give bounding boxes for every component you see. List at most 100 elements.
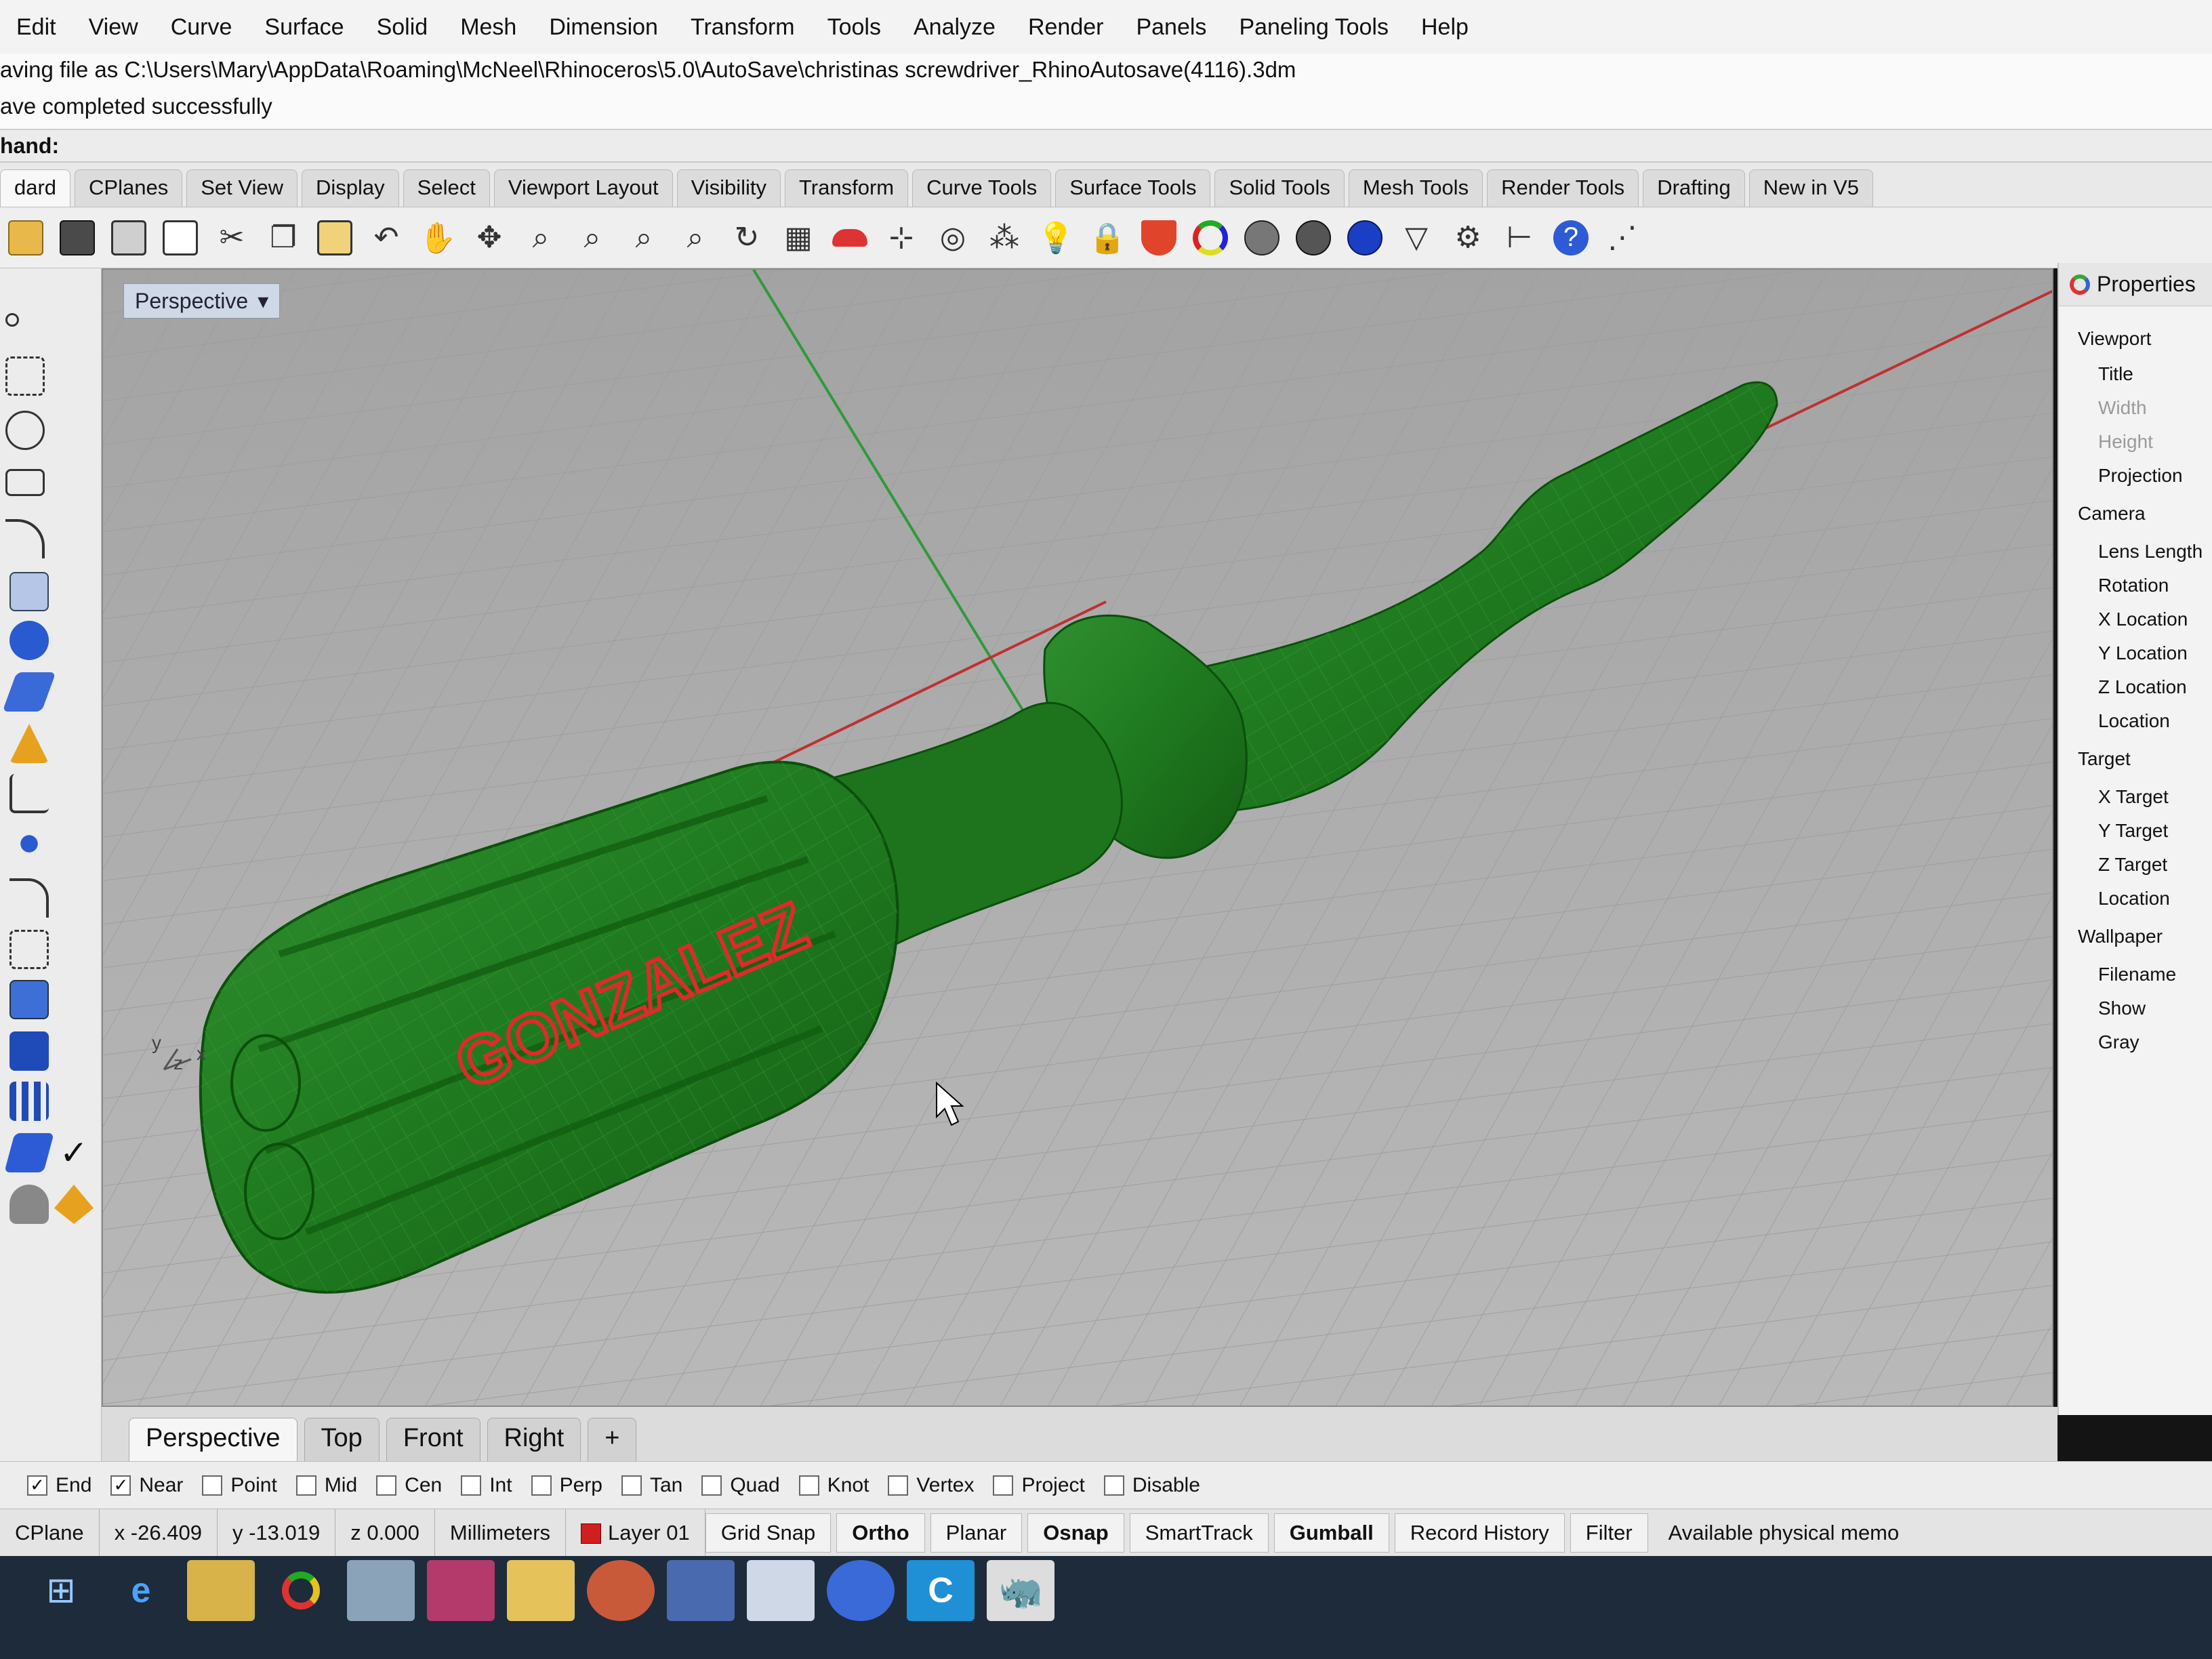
zoom-window-icon[interactable]: ⌕: [569, 215, 615, 261]
render-tool-icon[interactable]: [9, 1185, 49, 1224]
osnap-quad[interactable]: Quad: [701, 1474, 780, 1497]
osnap-near[interactable]: ✓ Near: [110, 1474, 183, 1497]
filter-button[interactable]: Filter: [1570, 1513, 1648, 1553]
open-folder-icon[interactable]: [3, 215, 49, 261]
checkbox-icon[interactable]: [1103, 1475, 1124, 1496]
checkbox-icon[interactable]: [295, 1475, 316, 1496]
dimension-icon[interactable]: ⊢: [1496, 215, 1542, 261]
checkbox-checked-icon[interactable]: ✓: [110, 1475, 131, 1496]
osnap-perp[interactable]: Perp: [531, 1474, 602, 1497]
checkbox-icon[interactable]: [621, 1475, 642, 1496]
menu-surface[interactable]: Surface: [248, 14, 360, 41]
osnap-tan[interactable]: Tan: [621, 1474, 682, 1497]
menu-help[interactable]: Help: [1405, 14, 1485, 41]
grid-snap-icon[interactable]: ⊹: [878, 215, 924, 261]
point-tool-icon[interactable]: [5, 313, 19, 327]
dimension-tool-icon[interactable]: [9, 774, 49, 813]
options-gear-icon[interactable]: ⚙: [1445, 215, 1491, 261]
paint-bucket-icon[interactable]: [54, 1185, 94, 1224]
tab-select[interactable]: Select: [403, 169, 490, 207]
checkbox-icon[interactable]: [701, 1475, 722, 1496]
tab-new-in-v5[interactable]: New in V5: [1748, 169, 1874, 207]
app-icon[interactable]: [347, 1560, 415, 1621]
prop-x-location[interactable]: X Location: [2098, 609, 2188, 630]
osnap-point[interactable]: Point: [202, 1474, 277, 1497]
prop-section-wallpaper[interactable]: Wallpaper: [2078, 926, 2163, 947]
save-icon[interactable]: [54, 215, 100, 261]
rotate-view-icon[interactable]: ↻: [724, 215, 770, 261]
save-app-icon[interactable]: [667, 1560, 735, 1621]
osnap-end[interactable]: ✓ End: [27, 1474, 91, 1497]
shaded-sphere-icon[interactable]: [1239, 215, 1285, 261]
menu-tools[interactable]: Tools: [811, 14, 897, 41]
tab-visibility[interactable]: Visibility: [676, 169, 781, 207]
rendered-sphere-icon[interactable]: [1290, 215, 1336, 261]
prop-z-target[interactable]: Z Target: [2098, 854, 2167, 876]
checkbox-checked-icon[interactable]: ✓: [27, 1475, 47, 1496]
prop-x-target[interactable]: X Target: [2098, 786, 2169, 808]
grid-snap-button[interactable]: Grid Snap: [705, 1513, 832, 1553]
tab-surface-tools[interactable]: Surface Tools: [1055, 169, 1211, 207]
tab-transform[interactable]: Transform: [785, 169, 909, 207]
add-viewport-tab-button[interactable]: +: [588, 1418, 637, 1461]
move-icon[interactable]: ✥: [466, 215, 512, 261]
prop-filename[interactable]: Filename: [2098, 964, 2176, 985]
menu-curve[interactable]: Curve: [155, 14, 249, 41]
checkbox-icon[interactable]: [798, 1475, 819, 1496]
solid-spheres-icon[interactable]: [9, 621, 49, 660]
filter-icon[interactable]: ▽: [1393, 215, 1439, 261]
tab-set-view[interactable]: Set View: [186, 169, 298, 207]
ortho-button[interactable]: Ortho: [836, 1513, 925, 1553]
arc-tool-icon[interactable]: [5, 519, 45, 558]
status-layer[interactable]: Layer 01: [566, 1509, 705, 1557]
page-icon[interactable]: [157, 215, 203, 261]
zoom-icon[interactable]: ⌕: [518, 215, 564, 261]
light-bulb-icon[interactable]: 💡: [1033, 215, 1079, 261]
prop-y-target[interactable]: Y Target: [2098, 820, 2168, 842]
checkbox-icon[interactable]: [993, 1475, 1014, 1496]
menu-analyze[interactable]: Analyze: [897, 14, 1012, 41]
tab-right[interactable]: Right: [487, 1418, 581, 1461]
color-wheel-icon[interactable]: [1187, 215, 1233, 261]
tab-cplanes[interactable]: CPlanes: [75, 169, 183, 207]
box-tool-icon[interactable]: [9, 1031, 49, 1071]
print-icon[interactable]: [106, 215, 152, 261]
record-history-button[interactable]: Record History: [1394, 1513, 1565, 1553]
copy-icon[interactable]: ❐: [260, 215, 306, 261]
globe-app-icon[interactable]: [827, 1560, 895, 1621]
four-viewports-icon[interactable]: ▦: [775, 215, 821, 261]
checkbox-icon[interactable]: [888, 1475, 909, 1496]
pan-hand-icon[interactable]: ✋: [415, 215, 461, 261]
explode-icon[interactable]: [9, 724, 49, 763]
prop-section-camera[interactable]: Camera: [2078, 503, 2146, 525]
prop-projection[interactable]: Projection: [2098, 465, 2183, 487]
menu-paneling-tools[interactable]: Paneling Tools: [1223, 14, 1405, 41]
mesh-plane-icon[interactable]: [2, 672, 56, 712]
viewport-canvas[interactable]: GONZALEZ y z x: [103, 270, 2053, 1407]
osnap-disable[interactable]: Disable: [1103, 1474, 1200, 1497]
help-icon[interactable]: ?: [1548, 215, 1594, 261]
tab-viewport-layout[interactable]: Viewport Layout: [493, 169, 673, 207]
car-icon[interactable]: [827, 215, 873, 261]
fillet-tool-icon[interactable]: [9, 878, 49, 918]
properties-header[interactable]: Properties: [2059, 263, 2212, 306]
checkbox-icon[interactable]: [202, 1475, 223, 1496]
tab-solid-tools[interactable]: Solid Tools: [1214, 169, 1345, 207]
checkmark-icon[interactable]: ✓: [54, 1133, 94, 1172]
chrome-icon[interactable]: [267, 1560, 335, 1621]
prop-gray[interactable]: Gray: [2098, 1031, 2139, 1053]
tab-render-tools[interactable]: Render Tools: [1487, 169, 1639, 207]
menu-transform[interactable]: Transform: [674, 14, 811, 41]
zoom-extents-icon[interactable]: ⌕: [621, 215, 667, 261]
scale-tool-icon[interactable]: [9, 930, 49, 969]
palette-app-icon[interactable]: [587, 1560, 655, 1621]
status-cplane[interactable]: CPlane: [0, 1509, 100, 1557]
layer-shield-icon[interactable]: [1136, 215, 1182, 261]
tab-top[interactable]: Top: [304, 1418, 380, 1461]
checkbox-icon[interactable]: [531, 1475, 552, 1496]
polyline-tool-icon[interactable]: [5, 356, 45, 396]
prop-target-location[interactable]: Location: [2098, 888, 2170, 909]
overflow-icon[interactable]: ⋰: [1599, 215, 1645, 261]
menu-render[interactable]: Render: [1012, 14, 1120, 41]
prop-section-target[interactable]: Target: [2078, 748, 2131, 770]
